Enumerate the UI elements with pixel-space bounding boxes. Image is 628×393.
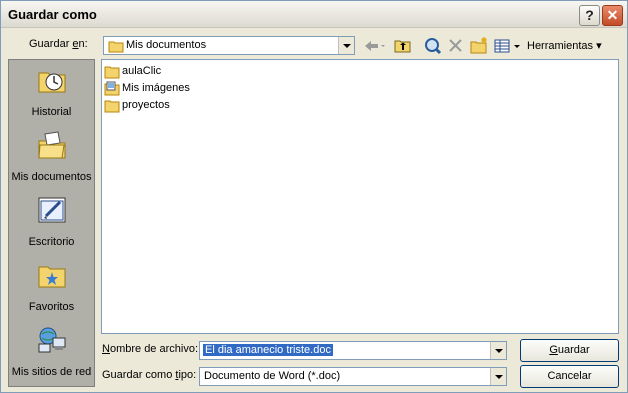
- filename-label: Nombre de archivo:: [102, 343, 198, 355]
- place-my-documents[interactable]: Mis documentos: [9, 125, 94, 187]
- folder-icon: [104, 66, 120, 79]
- place-label: Historial: [31, 106, 72, 118]
- history-icon: [38, 72, 66, 93]
- filename-value[interactable]: El dia amanecio triste.doc: [203, 344, 333, 356]
- help-button[interactable]: ?: [579, 5, 600, 26]
- tools-menu[interactable]: Herramientas ▾: [527, 39, 602, 52]
- filename-dropdown-arrow[interactable]: [490, 342, 506, 359]
- desktop-icon: [38, 197, 66, 223]
- delete-icon[interactable]: [447, 36, 465, 56]
- network-places-icon: [38, 327, 66, 353]
- place-desktop[interactable]: Escritorio: [9, 190, 94, 252]
- filetype-select[interactable]: Documento de Word (*.doc): [199, 367, 507, 386]
- file-name: proyectos: [122, 99, 170, 111]
- views-icon[interactable]: [493, 36, 523, 56]
- save-in-location-combo[interactable]: Mis documentos: [103, 36, 355, 55]
- pictures-folder-icon: [104, 81, 120, 96]
- new-folder-icon[interactable]: [469, 36, 489, 56]
- favorites-icon: [38, 266, 66, 288]
- folder-icon: [104, 100, 120, 113]
- place-label: Escritorio: [28, 236, 75, 248]
- my-documents-icon: [38, 131, 66, 159]
- save-in-label: Guardar en:: [29, 38, 88, 50]
- save-as-dialog: Guardar como ? ✕ Guardar en: Mis documen…: [0, 0, 628, 393]
- search-web-icon[interactable]: [423, 36, 443, 56]
- close-button[interactable]: ✕: [602, 5, 623, 26]
- file-name: aulaClic: [122, 65, 162, 77]
- cancel-button[interactable]: Cancelar: [520, 365, 619, 388]
- place-network[interactable]: Mis sitios de red: [9, 320, 94, 382]
- place-label: Mis documentos: [11, 171, 92, 183]
- up-one-level-icon[interactable]: [393, 36, 413, 56]
- back-icon[interactable]: [361, 36, 387, 56]
- filetype-label: Guardar como tipo:: [102, 369, 197, 381]
- folder-icon: [108, 41, 124, 53]
- filetype-dropdown-arrow[interactable]: [490, 368, 506, 385]
- place-label: Favoritos: [28, 301, 75, 313]
- place-label: Mis sitios de red: [11, 366, 92, 378]
- save-button[interactable]: Guardar: [520, 339, 619, 362]
- places-bar: Historial Mis documentos Escritorio Favo…: [8, 59, 95, 387]
- place-favorites[interactable]: Favoritos: [9, 255, 94, 317]
- save-in-dropdown-arrow[interactable]: [338, 37, 354, 54]
- title-bar[interactable]: Guardar como ? ✕: [1, 1, 627, 28]
- dialog-title: Guardar como: [8, 7, 97, 22]
- file-name: Mis imágenes: [122, 82, 190, 94]
- file-list[interactable]: aulaClic Mis imágenes proyectos: [101, 59, 619, 334]
- filetype-value: Documento de Word (*.doc): [204, 370, 341, 382]
- save-in-location-value: Mis documentos: [126, 39, 207, 51]
- filename-input[interactable]: El dia amanecio triste.doc: [199, 341, 507, 360]
- place-history[interactable]: Historial: [9, 60, 94, 122]
